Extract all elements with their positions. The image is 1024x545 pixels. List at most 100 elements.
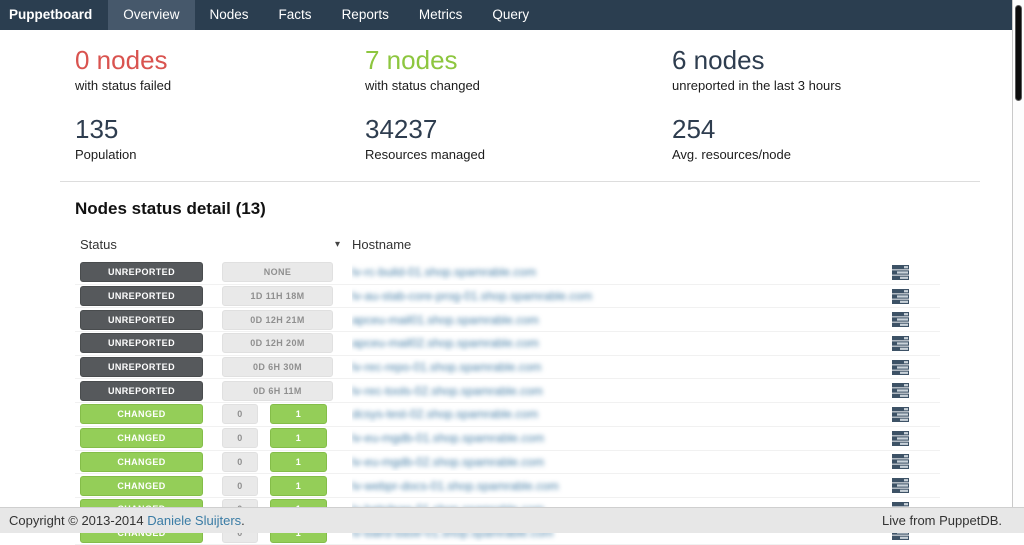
tasks-icon[interactable] (892, 454, 909, 469)
status-detail-cell: 0D 6H 11M (222, 381, 352, 401)
copyright: Copyright © 2013-2014 Daniele Sluijters. (9, 508, 245, 533)
report-icon-cell (892, 289, 940, 304)
tasks-icon[interactable] (892, 312, 909, 327)
status-badge: UNREPORTED (80, 381, 203, 401)
hostname-cell: lv-eu-mgdb-01.shop.spamrable.com (352, 429, 892, 447)
tab-facts[interactable]: Facts (264, 0, 327, 30)
table-row: UNREPORTED 0D 6H 30Mlv-rec-repo-01.shop.s… (75, 356, 940, 380)
chevron-down-icon[interactable]: ▾ (335, 239, 340, 250)
hostname-cell: lv-eu-mgdb-02.shop.spamrable.com (352, 453, 892, 471)
table-row: CHANGED01lv-eu-mgdb-01.shop.spamrable.co… (75, 427, 940, 451)
status-badge: CHANGED (80, 428, 203, 448)
status-detail-cell: 0D 6H 30M (222, 357, 352, 377)
tab-query[interactable]: Query (477, 0, 544, 30)
report-icon-cell (892, 312, 940, 327)
report-icon-cell (892, 454, 940, 469)
changed-count-badge: 1 (270, 476, 327, 496)
stat-changed: 7 nodes with status changed (365, 45, 672, 93)
stat-resources-value: 34237 (365, 114, 672, 144)
hostname-link[interactable]: apceu-mail01.shop.spamrable.com (352, 313, 539, 327)
tasks-icon[interactable] (892, 360, 909, 375)
stat-changed-label: with status changed (365, 78, 672, 93)
changed-count-badge: 1 (270, 428, 327, 448)
status-header-label: Status (80, 237, 117, 252)
scrollbar-thumb[interactable] (1015, 5, 1022, 101)
section-divider (60, 181, 980, 182)
hostname-cell: apceu-mail01.shop.spamrable.com (352, 311, 892, 329)
hostname-cell: lv-au-stab-core-prog-01.shop.spamrable.c… (352, 287, 892, 305)
failed-count-badge: 0 (222, 452, 258, 472)
tasks-icon[interactable] (892, 478, 909, 493)
hostname-cell: lv-rec-repo-01.shop.spamrable.com (352, 358, 892, 376)
report-icon-cell (892, 383, 940, 398)
table-row: CHANGED 01 dcsys-test-02.shop.spamrable.co… (75, 403, 940, 427)
tasks-icon[interactable] (892, 431, 909, 446)
table-row: UNREPORTED 0D 12H 21M apceu-mail01.shop.sp… (75, 308, 940, 332)
report-icon-cell (892, 407, 940, 422)
stat-resources: 34237 Resources managed (365, 114, 672, 162)
navbar-brand[interactable]: Puppetboard (0, 0, 108, 30)
stat-failed-value: 0 nodes (75, 45, 365, 75)
stat-avg-resources-value: 254 (672, 114, 1024, 144)
tab-metrics[interactable]: Metrics (404, 0, 478, 30)
hostname-link[interactable]: apceu-mail02.shop.spamrable.com (352, 336, 539, 350)
nodes-table: Status ▾ Hostname UNREPORTEDNONElv-rc-bu… (75, 237, 940, 545)
report-icon-cell (892, 265, 940, 280)
status-badge: CHANGED (80, 476, 203, 496)
status-cell: UNREPORTED (80, 333, 222, 353)
status-badge: CHANGED (80, 404, 203, 424)
status-badge: CHANGED (80, 452, 203, 472)
status-badge: UNREPORTED (80, 310, 203, 330)
hostname-link[interactable]: lv-au-stab-core-prog-01.shop.spamrable.c… (352, 289, 592, 303)
changed-count-badge: 1 (270, 404, 327, 424)
hostname-link[interactable]: lv-rec-tools-02.shop.spamrable.com (352, 384, 543, 398)
status-cell: CHANGED (80, 476, 222, 496)
tasks-icon[interactable] (892, 336, 909, 351)
table-row: UNREPORTED 0D 6H 11Mlv-rec-tools-02.shop.… (75, 379, 940, 403)
failed-count-badge: 0 (222, 404, 258, 424)
failed-count-badge: 0 (222, 428, 258, 448)
column-header-status[interactable]: Status ▾ (80, 237, 352, 252)
live-status: Live from PuppetDB. (882, 508, 1002, 533)
tasks-icon[interactable] (892, 265, 909, 280)
status-cell: CHANGED (80, 452, 222, 472)
status-cell: UNREPORTED (80, 262, 222, 282)
footer: Copyright © 2013-2014 Daniele Sluijters.… (0, 507, 1024, 533)
hostname-cell: lv-rec-tools-02.shop.spamrable.com (352, 382, 892, 400)
tasks-icon[interactable] (892, 383, 909, 398)
hostname-link[interactable]: lv-webpr-docs-01.shop.spamrable.com (352, 479, 559, 493)
nodes-table-body: UNREPORTEDNONElv-rc-build-01.shop.spamra… (75, 261, 940, 545)
failed-count-badge: 0 (222, 476, 258, 496)
hostname-link[interactable]: lv-eu-mgdb-01.shop.spamrable.com (352, 431, 544, 445)
unreported-time-badge: 0D 12H 21M (222, 310, 333, 330)
status-badge: UNREPORTED (80, 357, 203, 377)
column-header-hostname[interactable]: Hostname (352, 237, 940, 252)
tasks-icon[interactable] (892, 407, 909, 422)
tasks-icon[interactable] (892, 289, 909, 304)
hostname-link[interactable]: lv-rec-repo-01.shop.spamrable.com (352, 360, 541, 374)
tab-overview[interactable]: Overview (108, 0, 194, 30)
report-icon-cell (892, 478, 940, 493)
tab-reports[interactable]: Reports (327, 0, 404, 30)
status-badge: UNREPORTED (80, 286, 203, 306)
hostname-link[interactable]: dcsys-test-02.shop.spamrable.com (352, 407, 538, 421)
table-row: UNREPORTED 0D 12H 20M apceu-mail02.shop.sp… (75, 332, 940, 356)
hostname-cell: dcsys-test-02.shop.spamrable.com (352, 405, 892, 423)
status-cell: CHANGED (80, 404, 222, 424)
stat-unreported-value: 6 nodes (672, 45, 1024, 75)
hostname-cell: lv-rc-build-01.shop.spamrable.com (352, 263, 892, 281)
hostname-link[interactable]: lv-rc-build-01.shop.spamrable.com (352, 265, 536, 279)
stat-population-label: Population (75, 147, 365, 162)
report-icon-cell (892, 336, 940, 351)
table-row: CHANGED01lv-eu-mgdb-02.shop.spamrable.co… (75, 451, 940, 475)
table-header: Status ▾ Hostname (75, 237, 940, 252)
tab-nodes[interactable]: Nodes (195, 0, 264, 30)
status-badge: UNREPORTED (80, 333, 203, 353)
scrollbar[interactable] (1012, 0, 1024, 507)
author-link[interactable]: Daniele Sluijters (147, 513, 241, 528)
hostname-link[interactable]: lv-eu-mgdb-02.shop.spamrable.com (352, 455, 544, 469)
unreported-time-badge: 0D 12H 20M (222, 333, 333, 353)
stat-avg-resources-label: Avg. resources/node (672, 147, 1024, 162)
status-detail-cell: 0D 12H 21M (222, 310, 352, 330)
status-detail-cell: 01 (222, 428, 352, 448)
